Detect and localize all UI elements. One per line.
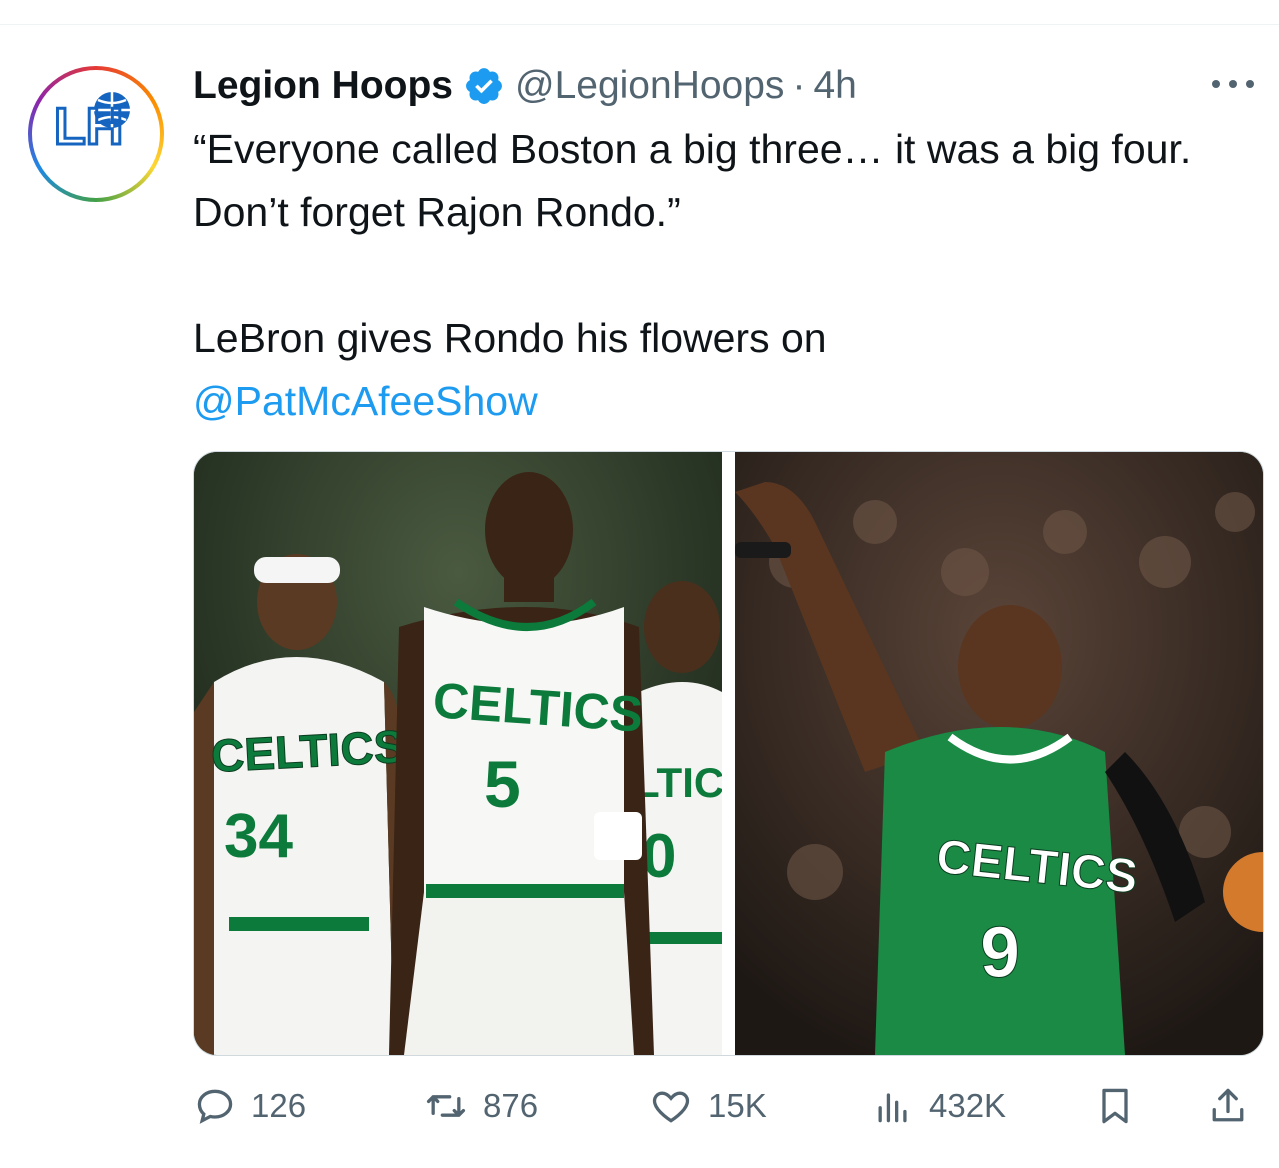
- views-button[interactable]: 432K: [871, 1078, 1006, 1134]
- photo-big-three[interactable]: CELTICS 34 LTICS 0 CELTICS 5: [194, 452, 722, 1055]
- media-grid[interactable]: CELTICS 34 LTICS 0 CELTICS 5: [193, 451, 1264, 1056]
- jersey-number-34: 34: [224, 802, 293, 871]
- like-count: 15K: [708, 1087, 767, 1124]
- bookmark-icon: [1093, 1082, 1137, 1130]
- top-divider: [0, 24, 1279, 25]
- tweet-line-2-text: LeBron gives Rondo his flowers on: [193, 315, 827, 361]
- tweet-actions: 126 876 15K 432K: [193, 1078, 1263, 1134]
- like-button[interactable]: 15K: [648, 1078, 767, 1134]
- retweet-count: 876: [483, 1087, 539, 1124]
- more-icon[interactable]: [1208, 72, 1258, 96]
- tweet-time[interactable]: 4h: [813, 64, 856, 108]
- jersey-number-5: 5: [484, 747, 521, 821]
- tweet-quote: “Everyone called Boston a big three… it …: [193, 126, 1192, 235]
- verified-badge-icon[interactable]: [463, 65, 505, 107]
- author-avatar[interactable]: LH: [28, 66, 164, 202]
- tweet-header: Legion Hoops @LegionHoops · 4h: [193, 58, 857, 114]
- author-handle[interactable]: @LegionHoops: [515, 64, 784, 108]
- tweet-text: “Everyone called Boston a big three… it …: [193, 118, 1253, 433]
- jersey-word-0: LTICS: [634, 759, 722, 806]
- tweet-line-2: LeBron gives Rondo his flowers on @PatMc…: [193, 307, 1253, 433]
- separator-dot: ·: [792, 64, 806, 107]
- heart-icon: [648, 1084, 694, 1128]
- share-icon: [1206, 1082, 1250, 1130]
- bookmark-button[interactable]: [1093, 1078, 1137, 1134]
- photo-rondo[interactable]: CELTICS 9: [735, 452, 1263, 1055]
- wristband: [594, 812, 642, 860]
- views-icon: [871, 1084, 915, 1128]
- share-button[interactable]: [1206, 1078, 1250, 1134]
- avatar-letter-l: LH: [54, 98, 123, 156]
- jersey-number-9: 9: [980, 913, 1020, 993]
- retweet-icon: [423, 1084, 469, 1128]
- avatar-logo: LH: [32, 70, 160, 198]
- author-name[interactable]: Legion Hoops: [193, 64, 453, 108]
- retweet-button[interactable]: 876: [423, 1078, 538, 1134]
- mention-link[interactable]: @PatMcAfeeShow: [193, 378, 538, 424]
- reply-icon: [193, 1084, 237, 1128]
- reply-button[interactable]: 126: [193, 1078, 306, 1134]
- jersey-word-34: CELTICS: [210, 720, 406, 782]
- headband: [254, 557, 340, 583]
- reply-count: 126: [251, 1087, 307, 1124]
- views-count: 432K: [929, 1087, 1007, 1124]
